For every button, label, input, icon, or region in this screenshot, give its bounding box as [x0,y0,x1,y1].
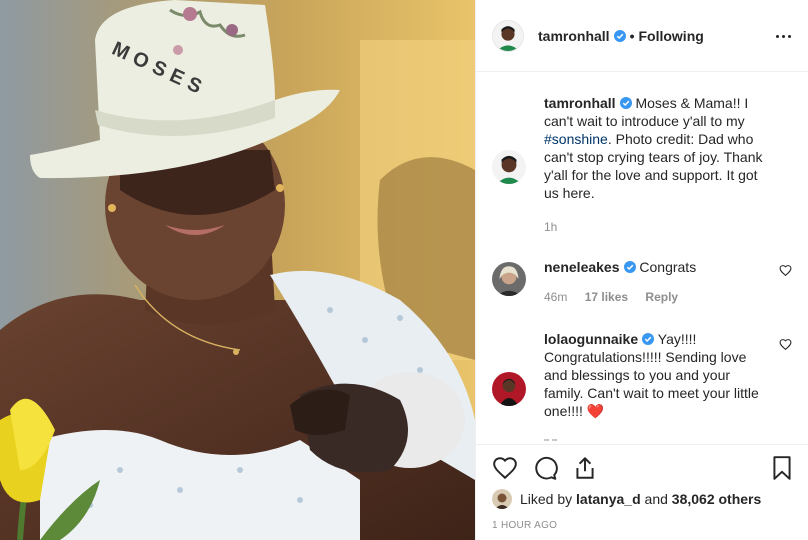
author-avatar[interactable] [492,19,524,52]
comment-likes[interactable]: 17 likes [585,290,628,304]
photo-illustration: MOSES [0,0,475,540]
comment-body: Congrats [639,259,697,275]
bookmark-icon[interactable] [769,455,795,481]
caption-age[interactable]: 1h [544,220,557,234]
heart-icon[interactable] [779,264,792,277]
likes-count[interactable]: 38,062 others [672,491,762,507]
post-side-panel: tamronhall • Following tamronhall Moses … [475,0,808,540]
post-timestamp[interactable]: 1 HOUR AGO [492,520,557,531]
comment-meta: 46m 17 likes Reply [544,290,692,304]
avatar-image [492,150,526,184]
reply-button[interactable]: Reply [645,290,678,304]
heart-icon[interactable] [492,455,518,481]
avatar-image [492,489,512,509]
instagram-post: MOSES tamronhall • Following tamronhall … [0,0,808,540]
heart-icon[interactable] [779,338,792,351]
commenter-avatar[interactable] [492,262,526,296]
share-icon[interactable] [572,455,598,481]
caption: tamronhall Moses & Mama!! I can't wait t… [492,94,792,244]
red-heart-emoji: ❤️ [586,403,605,419]
caption-meta: 1h [544,220,571,234]
likes-summary: Liked by latanya_d and 38,062 others [492,489,761,509]
comment-item: neneleakes Congrats 46m 17 likes Reply [492,258,792,310]
post-photo[interactable]: MOSES [0,0,475,540]
avatar-image [492,262,526,296]
avatar-image [492,372,526,406]
following-button[interactable]: Following [638,28,703,44]
comment-item: lolaogunnaike Yay!!!! Congratulations!!!… [492,330,792,440]
comment-username[interactable]: neneleakes [544,259,620,275]
verified-badge-icon [642,333,655,345]
liker-avatar[interactable] [492,489,512,509]
load-more-comments-icon[interactable] [544,436,558,444]
verified-badge-icon [623,261,636,273]
verified-badge-icon [619,97,632,109]
more-options-icon[interactable] [773,26,793,46]
comment-username[interactable]: lolaogunnaike [544,331,638,347]
comment-text: neneleakes Congrats [544,258,772,276]
caption-text: tamronhall Moses & Mama!! I can't wait t… [544,94,772,202]
comments-section[interactable]: tamronhall Moses & Mama!! I can't wait t… [476,72,808,444]
liked-by-and: and [644,491,668,507]
comment-age[interactable]: 46m [544,290,567,304]
post-header: tamronhall • Following [476,0,808,72]
liker-username[interactable]: latanya_d [576,491,641,507]
comment-text: lolaogunnaike Yay!!!! Congratulations!!!… [544,330,772,420]
author-username[interactable]: tamronhall [538,28,610,44]
avatar-image [493,20,523,51]
header-separator: • [629,27,635,44]
liked-by-prefix: Liked by [520,491,573,507]
comment-icon[interactable] [532,455,558,481]
caption-hashtag[interactable]: #sonshine [544,131,608,147]
caption-avatar[interactable] [492,150,526,184]
caption-username[interactable]: tamronhall [544,95,616,111]
post-actions: Liked by latanya_d and 38,062 others 1 H… [476,444,808,540]
verified-badge-icon [613,29,626,42]
commenter-avatar[interactable] [492,372,526,406]
